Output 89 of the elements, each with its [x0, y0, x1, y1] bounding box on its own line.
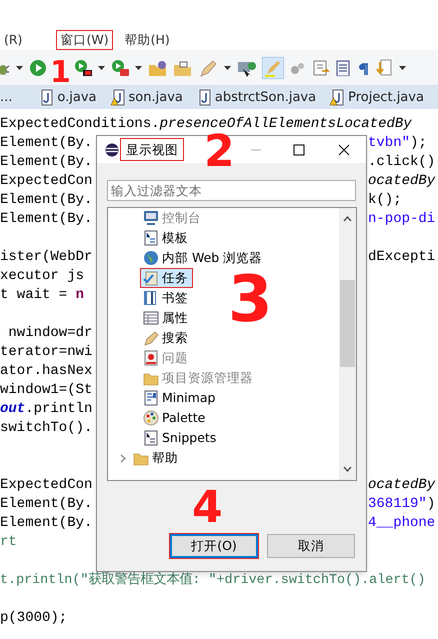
code-text: Element(By.	[0, 191, 92, 210]
tree-item[interactable]: 模板	[140, 228, 193, 248]
table-icon	[143, 310, 159, 326]
tree-item[interactable]: 任务	[140, 268, 193, 288]
code-text: p(3000);	[0, 609, 68, 628]
document-icon	[312, 58, 330, 76]
tree-item[interactable]: 内部 Web 浏览器	[140, 248, 268, 268]
tree-item[interactable]: Minimap	[140, 388, 220, 408]
run-icon	[74, 58, 92, 76]
code-text: Element(By.	[0, 210, 92, 229]
handwritten-number: 3	[228, 268, 273, 332]
scrollbar[interactable]	[339, 208, 356, 480]
tab-label: ...	[0, 88, 12, 107]
code-text: Element(By.	[0, 153, 92, 172]
code-text: out.println	[0, 400, 92, 419]
globe-icon	[143, 250, 159, 266]
code-text: tvbn");	[368, 134, 427, 153]
code-text: Element(By.	[0, 514, 92, 533]
code-text: terator=nwi	[0, 343, 92, 362]
eclipse-icon	[105, 142, 119, 156]
handwritten-number: 2	[204, 130, 235, 174]
close-icon	[338, 144, 350, 156]
code-text: ExpectedCon	[0, 476, 92, 495]
code-text: ocatedBy	[368, 476, 436, 495]
tree-item[interactable]: Palette	[140, 408, 210, 428]
caret-icon	[222, 64, 232, 70]
chevron-right-icon	[120, 454, 126, 462]
warning-icon	[143, 350, 159, 366]
filter-field[interactable]: 输入过滤器文本	[107, 180, 356, 201]
code-text: t wait = n	[0, 286, 84, 305]
code-text: xecutor js	[0, 267, 84, 286]
chevron-down-icon	[343, 466, 352, 472]
menu-item[interactable]: 窗口(W)	[56, 30, 113, 50]
caret-icon	[96, 64, 106, 70]
list-icon	[334, 60, 351, 76]
pen-icon	[198, 58, 218, 76]
code-text: nwindow=dr	[7, 324, 92, 343]
code-text: 368119")	[368, 495, 436, 514]
book-icon	[143, 290, 159, 306]
menu-item[interactable]: (R)	[0, 30, 26, 50]
code-text: ExpectedConditions.presenceOfAllElementsLocatedBy	[0, 115, 412, 133]
minimap-icon	[143, 390, 159, 406]
folder-icon	[148, 58, 168, 76]
code-text: Element(By.	[0, 134, 92, 153]
code-text: ister(WebDr	[0, 248, 92, 267]
folder-icon	[172, 58, 193, 76]
window-title: 显示视图	[120, 138, 184, 161]
handwritten-number: 4	[192, 486, 223, 530]
tree-item[interactable]: 属性	[140, 308, 193, 328]
maximize-icon	[293, 144, 305, 156]
code-text: ator.hasNex	[0, 362, 92, 381]
code-text: switchTo().	[0, 419, 92, 438]
editor-tab[interactable]: Project.java	[329, 88, 424, 108]
code-text: 4__phone	[368, 514, 436, 533]
download-icon	[374, 58, 393, 76]
dialog-button[interactable]: 取消	[266, 533, 356, 559]
clipboard-icon	[143, 270, 159, 286]
chevron-up-icon	[343, 216, 352, 222]
handwritten-number: 1	[50, 58, 71, 88]
code-text: t.println("获取警告框文本值: "+driver.switchTo().alert()	[0, 571, 426, 590]
code-text: n-pop-di	[368, 210, 436, 229]
tree-item[interactable]: 帮助	[131, 448, 180, 468]
caret-icon	[398, 64, 407, 70]
code-text: window1=(St	[0, 381, 92, 400]
highlighter-icon	[262, 56, 284, 78]
caret-icon	[15, 64, 24, 70]
tree-item[interactable]: 搜索	[140, 328, 193, 348]
tree-item[interactable]: 书签	[140, 288, 193, 308]
caret-icon	[134, 64, 143, 70]
dialog-button[interactable]: 打开(O)	[169, 533, 259, 559]
editor-tab[interactable]: abstrctSon.java	[196, 88, 316, 108]
scrollbar-thumb[interactable]	[340, 280, 355, 367]
code-text: dExcepti	[368, 248, 436, 267]
snippets-icon	[143, 430, 159, 446]
editor-tab[interactable]: o.java	[38, 88, 97, 108]
template-icon	[143, 230, 159, 246]
editor-tab[interactable]: son.java	[110, 88, 183, 108]
tree-item[interactable]: Snippets	[140, 428, 222, 448]
code-text: Element(By.	[0, 495, 92, 514]
code-text: ocatedBy	[368, 172, 436, 191]
code-text: k();	[368, 191, 402, 210]
menu-item[interactable]: 帮助(H)	[120, 30, 174, 50]
code-text: .click()	[368, 153, 436, 172]
code-text: ExpectedCon	[0, 172, 92, 191]
run-icon	[29, 58, 47, 76]
pen-icon	[143, 330, 159, 346]
code-text: rt	[0, 533, 17, 552]
palette-icon	[143, 410, 159, 426]
run-icon	[110, 58, 129, 76]
